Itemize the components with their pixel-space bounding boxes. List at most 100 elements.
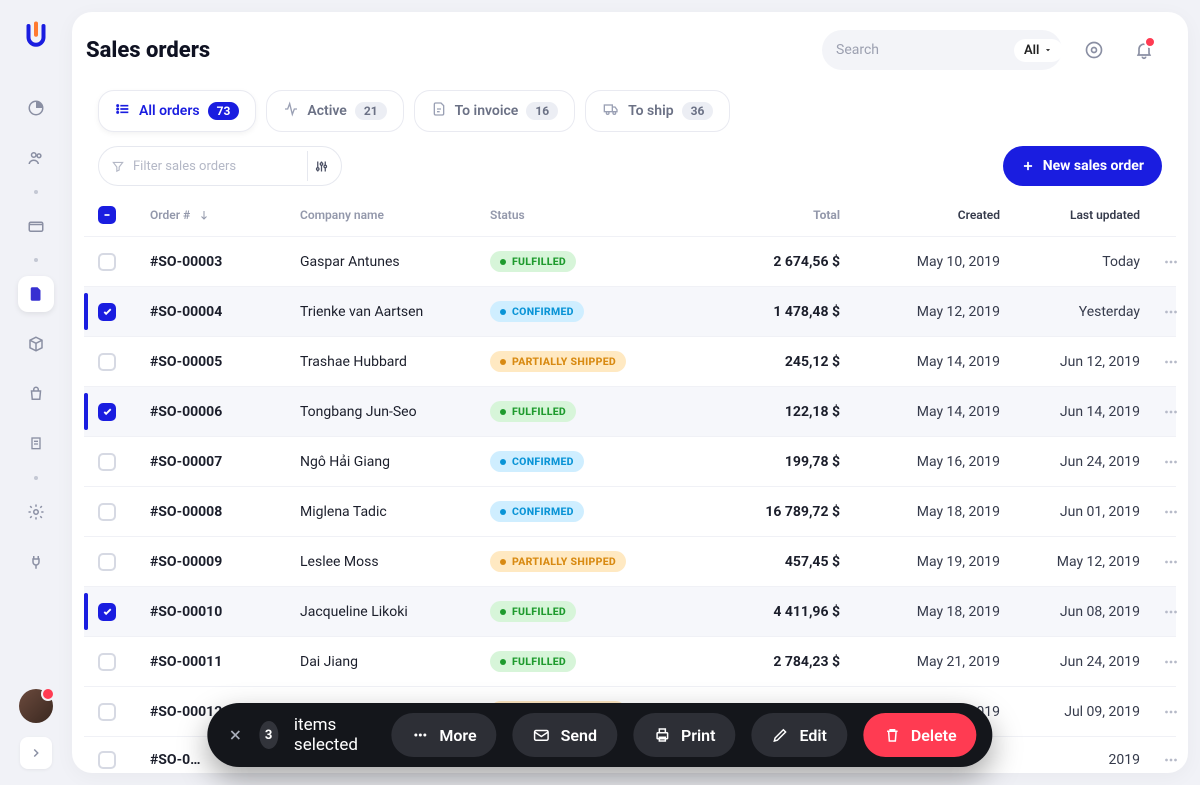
- company-name: Gaspar Antunes: [300, 254, 490, 270]
- table-row[interactable]: #SO-00009 Leslee Moss PARTIALLY SHIPPED …: [84, 536, 1176, 586]
- nav-orders-icon[interactable]: [18, 276, 54, 312]
- row-checkbox[interactable]: [98, 703, 116, 721]
- row-checkbox[interactable]: [98, 353, 116, 371]
- row-more-button[interactable]: [1140, 603, 1180, 621]
- sidebar-expand-button[interactable]: [20, 737, 52, 769]
- new-button-label: New sales order: [1043, 158, 1144, 174]
- row-checkbox[interactable]: [98, 503, 116, 521]
- created-date: May 19, 2019: [850, 554, 1000, 570]
- tab-label: To invoice: [455, 103, 519, 119]
- row-checkbox[interactable]: [98, 453, 116, 471]
- table-header: Order # Company name Status Total Create…: [84, 194, 1176, 236]
- table-row[interactable]: #SO-00007 Ngô Hải Giang CONFIRMED 199,78…: [84, 436, 1176, 486]
- edit-icon: [771, 726, 789, 744]
- tab-count-badge: 16: [526, 102, 558, 120]
- filter-input[interactable]: [133, 159, 299, 174]
- sort-desc-icon[interactable]: [198, 209, 210, 221]
- row-more-button[interactable]: [1140, 403, 1180, 421]
- row-checkbox[interactable]: [98, 403, 116, 421]
- created-date: May 21, 2019: [850, 654, 1000, 670]
- nav-power-icon[interactable]: [18, 544, 54, 580]
- created-date: May 16, 2019: [850, 454, 1000, 470]
- row-more-button[interactable]: [1140, 253, 1180, 271]
- order-id: #SO-00008: [150, 504, 300, 520]
- col-updated[interactable]: Last updated: [1000, 208, 1140, 222]
- nav-dashboard-icon[interactable]: [18, 90, 54, 126]
- tab-to-ship[interactable]: To ship 36: [585, 90, 730, 132]
- search-box[interactable]: All: [822, 30, 1062, 70]
- company-name: Leslee Moss: [300, 554, 490, 570]
- tab-count-badge: 21: [355, 102, 387, 120]
- row-more-button[interactable]: [1140, 653, 1180, 671]
- nav-receipt-icon[interactable]: [18, 426, 54, 462]
- edit-button[interactable]: Edit: [751, 713, 846, 757]
- row-checkbox[interactable]: [98, 553, 116, 571]
- created-date: May 10, 2019: [850, 254, 1000, 270]
- main-panel: Sales orders All All orders 73 Active 21…: [72, 12, 1188, 773]
- col-status[interactable]: Status: [490, 208, 700, 222]
- row-checkbox[interactable]: [98, 751, 116, 769]
- row-checkbox[interactable]: [98, 653, 116, 671]
- table-row[interactable]: #SO-00004 Trienke van Aartsen CONFIRMED …: [84, 286, 1176, 336]
- selection-label: items selected: [294, 715, 367, 755]
- row-more-button[interactable]: [1140, 703, 1180, 721]
- row-more-button[interactable]: [1140, 303, 1180, 321]
- tab-to-invoice[interactable]: To invoice 16: [414, 90, 576, 132]
- company-name: Trashae Hubbard: [300, 354, 490, 370]
- delete-button[interactable]: Delete: [863, 713, 977, 757]
- col-created[interactable]: Created: [850, 208, 1000, 222]
- selection-close-button[interactable]: [227, 727, 243, 743]
- table-row[interactable]: #SO-00008 Miglena Tadic CONFIRMED 16 789…: [84, 486, 1176, 536]
- table-row[interactable]: #SO-00005 Trashae Hubbard PARTIALLY SHIP…: [84, 336, 1176, 386]
- select-all-checkbox[interactable]: [98, 206, 116, 224]
- row-checkbox[interactable]: [98, 603, 116, 621]
- row-more-button[interactable]: [1140, 353, 1180, 371]
- row-more-button[interactable]: [1140, 503, 1180, 521]
- tab-label: All orders: [139, 103, 200, 119]
- list-icon: [115, 101, 131, 121]
- nav-inventory-icon[interactable]: [18, 326, 54, 362]
- filter-settings-button[interactable]: [307, 151, 335, 181]
- app-logo[interactable]: [18, 18, 54, 54]
- table-row[interactable]: #SO-00011 Dai Jiang FULFILLED 2 784,23 $…: [84, 636, 1176, 686]
- table-row[interactable]: #SO-00010 Jacqueline Likoki FULFILLED 4 …: [84, 586, 1176, 636]
- col-company[interactable]: Company name: [300, 208, 490, 222]
- search-input[interactable]: [836, 42, 1014, 58]
- send-button[interactable]: Send: [513, 713, 617, 757]
- toolbar: New sales order: [72, 132, 1188, 194]
- row-checkbox[interactable]: [98, 303, 116, 321]
- search-scope-dropdown[interactable]: All: [1014, 39, 1063, 62]
- nav-customers-icon[interactable]: [18, 140, 54, 176]
- chevron-down-icon: [1043, 45, 1053, 55]
- row-checkbox[interactable]: [98, 253, 116, 271]
- filter-box[interactable]: [98, 146, 342, 186]
- page-title: Sales orders: [86, 38, 210, 63]
- print-button[interactable]: Print: [633, 713, 736, 757]
- user-avatar[interactable]: [19, 689, 53, 723]
- updated-date: Jul 09, 2019: [1000, 704, 1140, 720]
- table-row[interactable]: #SO-00003 Gaspar Antunes FULFILLED 2 674…: [84, 236, 1176, 286]
- tab-all-orders[interactable]: All orders 73: [98, 90, 256, 132]
- order-id: #SO-00009: [150, 554, 300, 570]
- nav-settings-icon[interactable]: [18, 494, 54, 530]
- filter-icon: [111, 159, 125, 174]
- tab-active[interactable]: Active 21: [266, 90, 403, 132]
- created-date: May 14, 2019: [850, 404, 1000, 420]
- help-icon[interactable]: [1076, 32, 1112, 68]
- col-total[interactable]: Total: [700, 208, 850, 222]
- company-name: Ngô Hải Giang: [300, 454, 490, 470]
- notifications-icon[interactable]: [1126, 32, 1162, 68]
- order-id: #SO-00005: [150, 354, 300, 370]
- table-row[interactable]: #SO-00006 Tongbang Jun-Seo FULFILLED 122…: [84, 386, 1176, 436]
- more-button[interactable]: More: [391, 713, 496, 757]
- row-more-button[interactable]: [1140, 453, 1180, 471]
- new-sales-order-button[interactable]: New sales order: [1003, 146, 1162, 186]
- row-more-button[interactable]: [1140, 553, 1180, 571]
- col-order[interactable]: Order #: [150, 208, 190, 222]
- file-icon: [431, 101, 447, 121]
- nav-wallet-icon[interactable]: [18, 208, 54, 244]
- updated-date: Jun 14, 2019: [1000, 404, 1140, 420]
- order-id: #SO-00010: [150, 604, 300, 620]
- nav-shopping-icon[interactable]: [18, 376, 54, 412]
- row-more-button[interactable]: [1140, 751, 1180, 769]
